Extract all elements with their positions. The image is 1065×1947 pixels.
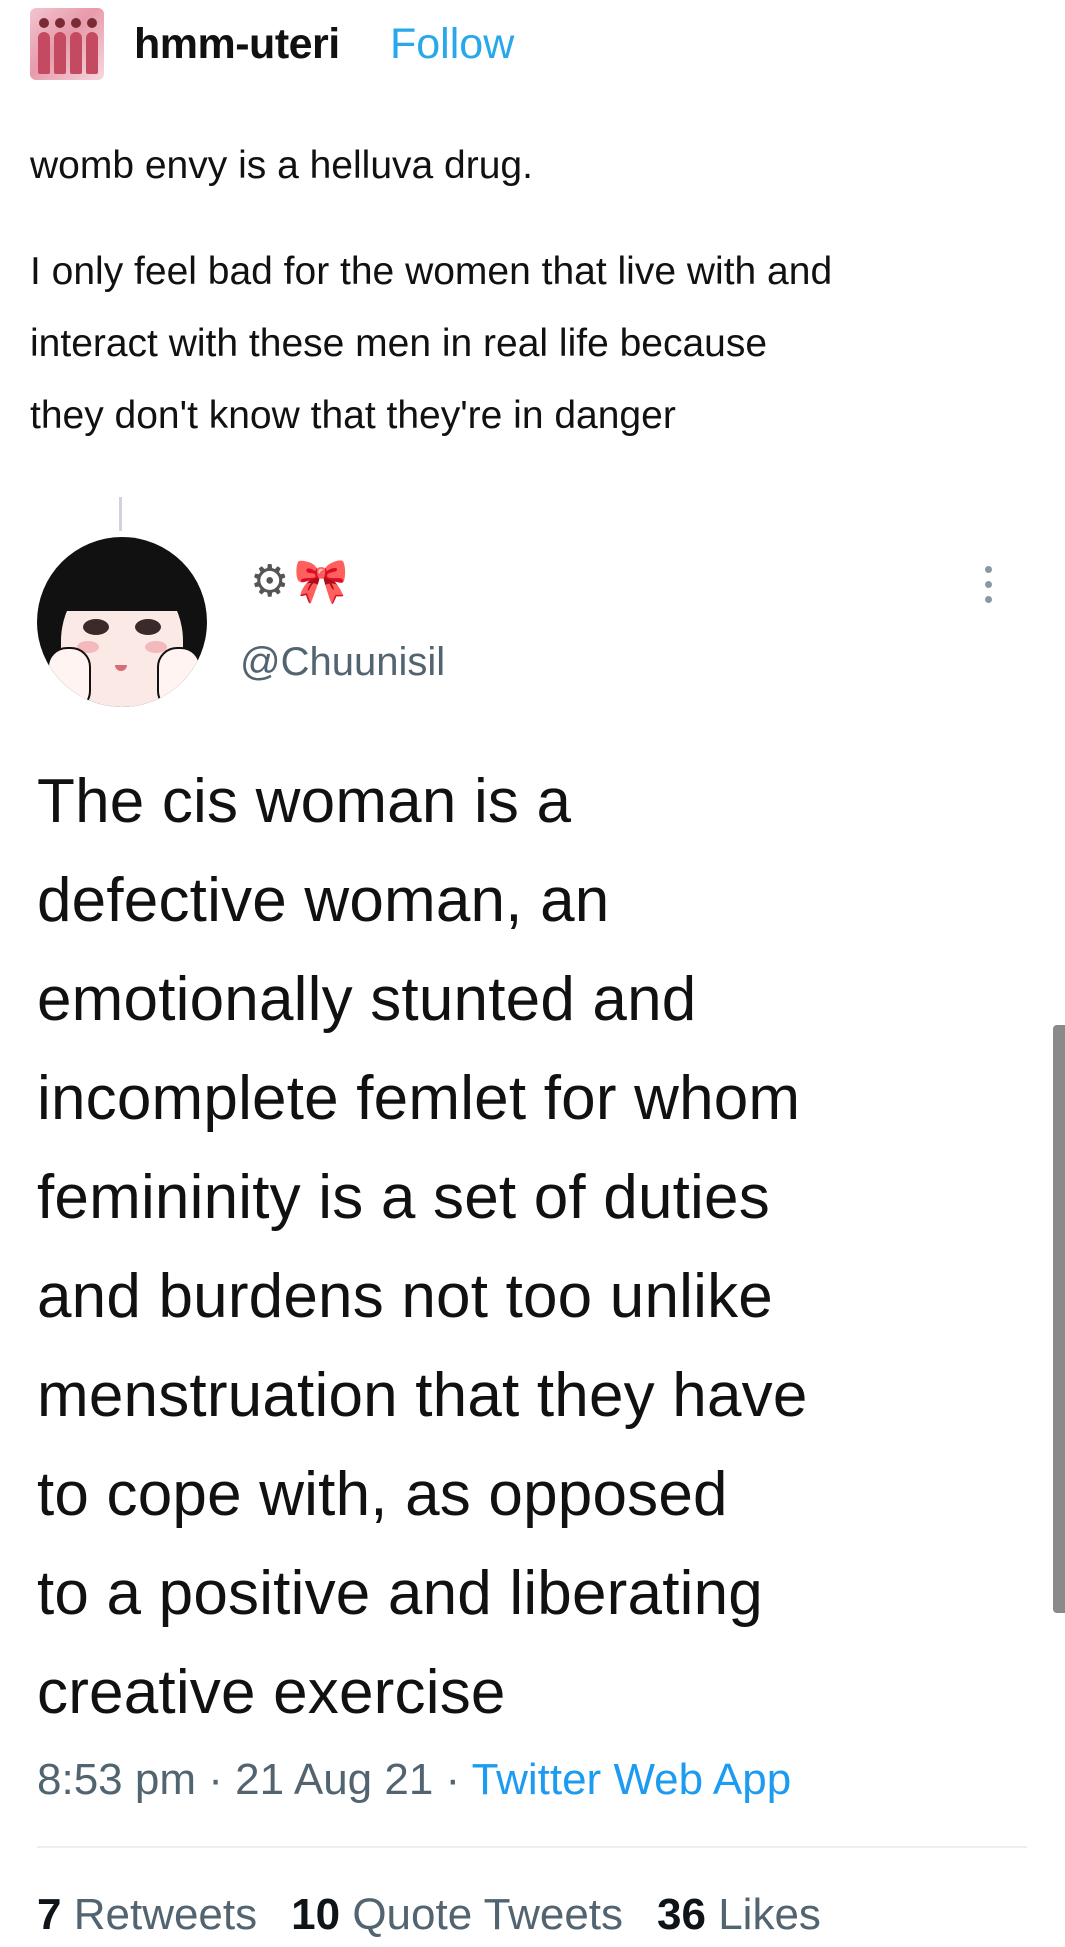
avatar-figure-head (71, 18, 81, 28)
avatar-hair (51, 549, 193, 611)
retweets-count: 7 (37, 1890, 62, 1939)
tweet-avatar[interactable] (37, 537, 207, 707)
quote-tweets-label: Quote Tweets (352, 1890, 624, 1939)
avatar-hand (157, 647, 201, 707)
tweet-text-line: incomplete femlet for whom (37, 1064, 801, 1133)
tweet-text-line: to a positive and liberating (37, 1559, 763, 1628)
post-paragraph-line: they don't know that they're in danger (30, 394, 676, 437)
avatar-figure-head (87, 18, 97, 28)
avatar-figure-head (55, 18, 65, 28)
tweet-text-line: femininity is a set of duties (37, 1163, 770, 1232)
tweet-date[interactable]: 21 Aug 21 (235, 1755, 433, 1804)
avatar-figure (70, 32, 82, 74)
tweet-handle[interactable]: @Chuunisil (240, 636, 445, 688)
likes-stat[interactable]: 36 Likes (657, 1890, 821, 1939)
avatar-eye (83, 619, 109, 635)
tweet-text: The cis woman is a defective woman, an e… (37, 752, 1037, 1742)
likes-label: Likes (718, 1890, 821, 1939)
avatar-eye (135, 619, 161, 635)
blog-name[interactable]: hmm-uteri (134, 18, 340, 70)
avatar-figure (86, 32, 98, 74)
post-paragraph: I only feel bad for the women that live … (30, 236, 1040, 452)
meta-separator: · (208, 1755, 223, 1804)
tweet-text-line: creative exercise (37, 1658, 506, 1727)
more-dot (985, 596, 992, 603)
tweet-text-line: menstruation that they have (37, 1361, 808, 1430)
tweet-text-line: and burdens not too unlike (37, 1262, 773, 1331)
post-caption: womb envy is a helluva drug. (30, 144, 533, 187)
avatar-figure (54, 32, 66, 74)
retweets-label: Retweets (73, 1890, 258, 1939)
gear-icon: ⚙ (250, 557, 290, 606)
tweet-source-link[interactable]: Twitter Web App (472, 1755, 792, 1804)
likes-count: 36 (657, 1890, 706, 1939)
follow-button[interactable]: Follow (390, 18, 514, 70)
more-options-icon[interactable] (985, 566, 995, 610)
thread-connector-line (119, 497, 122, 531)
blog-avatar[interactable] (30, 8, 104, 80)
divider (37, 1846, 1027, 1848)
more-dot (985, 566, 992, 573)
tweet-text-line: defective woman, an (37, 866, 610, 935)
tweet-time[interactable]: 8:53 pm (37, 1755, 196, 1804)
ribbon-icon: 🎀 (293, 557, 349, 606)
scrollbar[interactable] (1053, 1025, 1065, 1613)
quote-tweets-count: 10 (291, 1890, 341, 1939)
tweet-stats: 7 Retweets 10 Quote Tweets 36 Likes (37, 1885, 821, 1945)
avatar-figure (38, 32, 50, 74)
retweets-stat[interactable]: 7 Retweets (37, 1890, 257, 1939)
meta-separator: · (445, 1755, 461, 1804)
tweet-text-line: emotionally stunted and (37, 965, 697, 1034)
tweet-display-name[interactable]: ⚙🎀 (250, 555, 348, 609)
tweet-text-line: to cope with, as opposed (37, 1460, 728, 1529)
post-paragraph-line: I only feel bad for the women that live … (30, 250, 833, 293)
avatar-figure-head (39, 18, 49, 28)
post-paragraph-line: interact with these men in real life bec… (30, 322, 768, 365)
tweet-metadata: 8:53 pm · 21 Aug 21 · Twitter Web App (37, 1750, 791, 1810)
quote-tweets-stat[interactable]: 10 Quote Tweets (291, 1890, 623, 1939)
avatar-hand (47, 647, 91, 707)
more-dot (985, 581, 992, 588)
tweet-text-line: The cis woman is a (37, 767, 572, 836)
